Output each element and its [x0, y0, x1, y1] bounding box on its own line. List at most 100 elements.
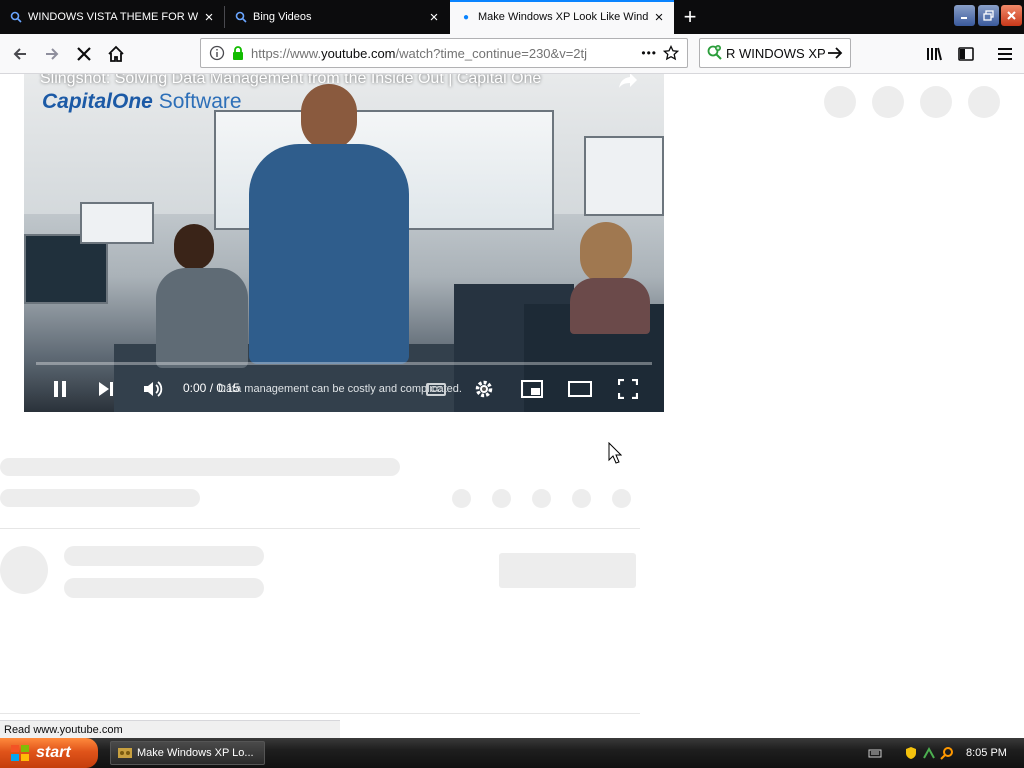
- video-scene-monitor: [24, 234, 108, 304]
- loading-placeholder-action: [492, 489, 511, 508]
- lock-icon[interactable]: [231, 45, 245, 61]
- clock[interactable]: 8:05 PM: [966, 747, 1007, 759]
- home-button[interactable]: [101, 39, 131, 69]
- video-title[interactable]: Slingshot: Solving Data Management from …: [40, 74, 541, 88]
- stop-icon: [77, 47, 91, 61]
- brand-one: One: [112, 90, 153, 113]
- tab-make-windows-xp[interactable]: ● Make Windows XP Look Like Windo ×: [450, 0, 674, 34]
- video-scene-monitor: [80, 202, 154, 244]
- arrow-right-icon[interactable]: [826, 44, 844, 62]
- section-divider: [0, 713, 640, 714]
- seek-bar[interactable]: [36, 362, 652, 365]
- back-icon: [13, 48, 26, 60]
- back-button[interactable]: [5, 39, 35, 69]
- video-player[interactable]: CapitalOne Software Slingshot: Solving D…: [24, 74, 664, 412]
- close-window-button[interactable]: [1001, 5, 1022, 26]
- loading-placeholder-action: [532, 489, 551, 508]
- tab-title: Bing Videos: [253, 11, 312, 23]
- url-prefix: https://www.: [251, 45, 322, 61]
- captions-button[interactable]: CC: [418, 376, 454, 402]
- video-seated-person: [564, 222, 654, 334]
- share-button[interactable]: [616, 74, 642, 94]
- tab-windows-vista-theme[interactable]: WINDOWS VISTA THEME FOR WI ×: [0, 0, 224, 34]
- info-icon[interactable]: [209, 45, 225, 61]
- page-actions-icon[interactable]: •••: [641, 46, 657, 60]
- close-tab-icon[interactable]: ×: [423, 6, 445, 28]
- search-bar[interactable]: R WINDOWS XP: [699, 38, 851, 68]
- loading-placeholder-views: [0, 489, 200, 507]
- next-button[interactable]: [88, 376, 124, 402]
- captions-icon: CC: [426, 382, 446, 396]
- theater-icon: [568, 381, 592, 397]
- video-presenter: [249, 84, 409, 364]
- volume-icon: [144, 381, 163, 397]
- restore-button[interactable]: [978, 5, 999, 26]
- close-icon: [1007, 11, 1016, 20]
- start-button[interactable]: start: [0, 738, 98, 768]
- security-shield-icon[interactable]: [904, 746, 918, 760]
- screen: WINDOWS VISTA THEME FOR WI × Bing Videos…: [0, 0, 1024, 768]
- fullscreen-button[interactable]: [610, 376, 646, 402]
- start-label: start: [36, 744, 71, 761]
- star-icon[interactable]: [663, 45, 679, 61]
- loading-placeholder-circle: [872, 86, 904, 118]
- capital-one-software-logo: CapitalOne Software: [42, 90, 242, 114]
- fullscreen-icon: [618, 379, 638, 399]
- loading-placeholder-title: [0, 458, 400, 476]
- url-path: /watch?time_continue=230&v=2tj: [395, 45, 588, 61]
- video-scene-display: [584, 136, 664, 216]
- loading-placeholder-action: [612, 489, 631, 508]
- new-tab-button[interactable]: +: [676, 3, 704, 31]
- sidebar-button[interactable]: [951, 39, 981, 69]
- forward-button[interactable]: [37, 39, 67, 69]
- share-icon: [619, 74, 637, 88]
- settings-icon: [475, 380, 493, 398]
- miniplayer-button[interactable]: [514, 376, 550, 402]
- library-button[interactable]: [919, 39, 949, 69]
- url-bar[interactable]: https://www.youtube.com/watch?time_conti…: [200, 38, 688, 68]
- brand-suffix: Software: [158, 90, 242, 113]
- minimize-icon: [961, 17, 967, 19]
- taskbar-item-label: Make Windows XP Lo...: [137, 747, 254, 759]
- next-icon: [99, 382, 113, 396]
- loading-placeholder-subscribe: [499, 553, 636, 588]
- url-host: youtube.com: [321, 45, 396, 61]
- home-icon: [108, 45, 124, 62]
- loading-placeholder-circle: [824, 86, 856, 118]
- volume-button[interactable]: [135, 376, 171, 402]
- magnifier-favicon-icon: [235, 11, 247, 23]
- search-tray-icon[interactable]: [940, 746, 954, 760]
- section-divider: [0, 528, 640, 529]
- loading-placeholder-action: [452, 489, 471, 508]
- tab-bing-videos[interactable]: Bing Videos ×: [225, 0, 449, 34]
- search-input[interactable]: R WINDOWS XP: [726, 46, 826, 61]
- network-icon[interactable]: [922, 746, 936, 760]
- stop-button[interactable]: [69, 39, 99, 69]
- taskbar: start Make Windows XP Lo... 8:05 PM: [0, 738, 1024, 768]
- theater-mode-button[interactable]: [562, 376, 598, 402]
- loading-placeholder-channel: [64, 546, 264, 566]
- taskbar-item-firefox[interactable]: Make Windows XP Lo...: [110, 741, 265, 765]
- menu-icon: [998, 48, 1012, 60]
- menu-button[interactable]: [990, 39, 1020, 69]
- minimize-button[interactable]: [954, 5, 975, 26]
- loading-placeholder-avatar: [0, 546, 48, 594]
- close-tab-icon[interactable]: ×: [648, 6, 670, 28]
- loading-placeholder-circle: [968, 86, 1000, 118]
- pause-button[interactable]: [42, 376, 78, 402]
- video-seated-person: [156, 224, 256, 374]
- loading-placeholder-subscribers: [64, 578, 264, 598]
- system-tray: 8:05 PM: [862, 738, 1024, 768]
- tab-strip: WINDOWS VISTA THEME FOR WI × Bing Videos…: [0, 0, 1024, 34]
- tab-title: WINDOWS VISTA THEME FOR WI: [28, 11, 198, 23]
- close-tab-icon[interactable]: ×: [198, 6, 220, 28]
- settings-button[interactable]: [466, 376, 502, 402]
- status-bar: Read www.youtube.com: [0, 720, 340, 738]
- loading-placeholder-action: [572, 489, 591, 508]
- magnifier-favicon-icon: [10, 11, 22, 23]
- miniplayer-icon: [521, 380, 543, 398]
- search-icon: [707, 45, 722, 60]
- keyboard-icon[interactable]: [868, 746, 882, 760]
- navigation-toolbar: https://www.youtube.com/watch?time_conti…: [0, 34, 1024, 74]
- forward-icon: [46, 48, 59, 60]
